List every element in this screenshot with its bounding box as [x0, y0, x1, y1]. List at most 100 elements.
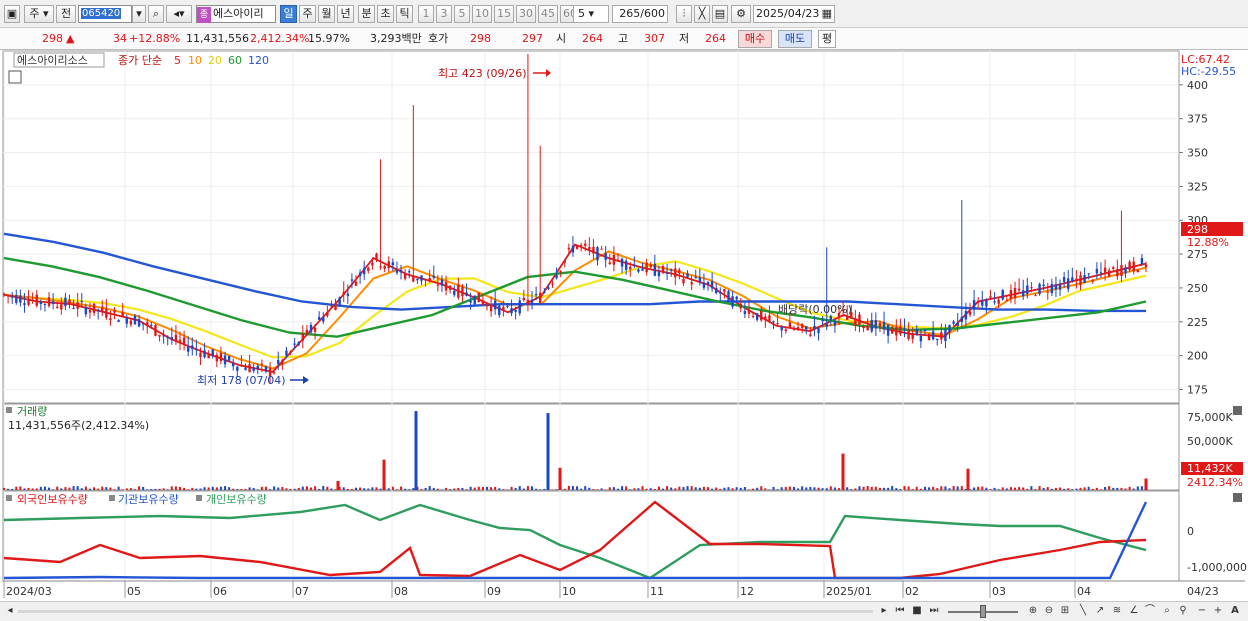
holdings-panel-close-icon[interactable]: [1233, 493, 1242, 502]
candle-body: [1071, 277, 1074, 281]
candle-body: [150, 324, 153, 326]
volume-bar: [907, 486, 910, 490]
volume-bar: [473, 487, 476, 490]
sound-icon[interactable]: ◂▾: [166, 5, 192, 23]
scroll-left-icon[interactable]: ◂: [4, 604, 16, 619]
stop-icon[interactable]: ■: [910, 604, 924, 619]
price-tick-label: 400: [1187, 79, 1208, 92]
sell-button[interactable]: 매도: [778, 30, 812, 48]
candle-body: [715, 287, 718, 293]
institution-holdings-label: 기관보유수량: [118, 493, 179, 506]
volume-bar: [887, 487, 890, 490]
volume-bar: [1112, 487, 1115, 490]
text-tool-icon[interactable]: A: [1228, 604, 1242, 619]
forward-icon[interactable]: ⏭: [927, 604, 941, 619]
table-toggle-icon[interactable]: [8, 70, 22, 84]
candle-type-icon[interactable]: ⫶: [676, 5, 692, 23]
fib-tool-icon[interactable]: ≋: [1110, 604, 1124, 619]
candle-body: [919, 335, 923, 342]
volume-bar: [256, 489, 259, 490]
ma-10-label: 10: [188, 54, 202, 67]
interval-1-button[interactable]: 1: [418, 5, 434, 23]
volume-bar: [1079, 487, 1082, 490]
trend-tool-icon[interactable]: ↗: [1093, 604, 1107, 619]
candle-body: [330, 305, 333, 307]
volume-bar: [784, 486, 787, 490]
volume-bar: [1140, 486, 1143, 490]
interval-3-button[interactable]: 3: [436, 5, 452, 23]
stock-code-value: 065420: [81, 8, 122, 19]
window-menu-icon[interactable]: ▣: [4, 5, 20, 23]
low-label: 저: [679, 32, 690, 45]
prev-button[interactable]: 전: [56, 5, 76, 23]
candle-body: [731, 296, 734, 307]
date-input[interactable]: 2025/04/23 ▦: [753, 5, 835, 23]
bar-count-input[interactable]: 265/600: [612, 5, 668, 23]
stock-chart-svg[interactable]: 에스아이리소스 종가 단순 5 10 20 60 120 LC:67.42 HC…: [0, 50, 1248, 601]
volume-bar: [1108, 486, 1111, 490]
interval-15-button[interactable]: 15: [494, 5, 514, 23]
candle-body: [862, 325, 865, 329]
search-small-icon[interactable]: ⚲: [1176, 604, 1190, 619]
price-tick-label: 375: [1187, 113, 1208, 126]
angle-tool-icon[interactable]: ∠: [1127, 604, 1141, 619]
market-select[interactable]: 주 ▾: [24, 5, 54, 23]
period-month-button[interactable]: 월: [318, 5, 335, 23]
price-tick-label: 225: [1187, 316, 1208, 329]
layout-icon[interactable]: ⊞: [1058, 604, 1072, 619]
plus-icon[interactable]: +: [1212, 604, 1224, 619]
volume-bar: [395, 489, 398, 490]
scroll-track[interactable]: [18, 610, 873, 613]
search-icon[interactable]: ⌕: [148, 5, 164, 23]
interval-30-button[interactable]: 30: [516, 5, 536, 23]
period-minute-button[interactable]: 분: [358, 5, 375, 23]
zoom-slider-thumb[interactable]: [980, 605, 986, 618]
line-tool-icon[interactable]: ╲: [1076, 604, 1090, 619]
cycle-tool-icon[interactable]: ⌒: [1143, 604, 1157, 619]
zoom-in-icon[interactable]: ⊕: [1026, 604, 1040, 619]
volume-bar: [76, 486, 79, 490]
volume-bar: [764, 488, 767, 490]
candle-body: [829, 316, 833, 320]
scroll-right-icon[interactable]: ▸: [878, 604, 890, 619]
buy-button[interactable]: 매수: [738, 30, 772, 48]
crosshair-icon[interactable]: ╳: [694, 5, 710, 23]
rewind-icon[interactable]: ⏮: [893, 604, 907, 619]
candle-body: [313, 327, 317, 332]
stock-code-input[interactable]: 065420: [78, 5, 132, 23]
save-icon[interactable]: ▤: [712, 5, 728, 23]
code-dropdown-icon[interactable]: ▾: [132, 5, 146, 23]
interval-45-button[interactable]: 45: [538, 5, 558, 23]
interval-select[interactable]: 5 ▾: [573, 5, 609, 23]
period-tick-button[interactable]: 틱: [396, 5, 413, 23]
interval-10-button[interactable]: 10: [472, 5, 492, 23]
candle-body: [101, 306, 104, 313]
period-week-button[interactable]: 주: [299, 5, 316, 23]
volume-panel-close-icon[interactable]: [1233, 406, 1242, 415]
candle-body: [432, 275, 435, 278]
minus-icon[interactable]: −: [1196, 604, 1208, 619]
settings-gear-icon[interactable]: ⚙: [731, 5, 751, 23]
candle-body: [1112, 267, 1115, 269]
volume-bar: [420, 489, 423, 490]
candle-body: [976, 300, 980, 303]
candle-body: [768, 315, 771, 323]
eval-button[interactable]: 평: [818, 30, 836, 48]
stock-name-box[interactable]: 종 에스아이리: [196, 5, 276, 23]
magnifier-icon[interactable]: ⌕: [1160, 604, 1174, 619]
zoom-out-icon[interactable]: ⊖: [1042, 604, 1056, 619]
calendar-icon[interactable]: ▦: [822, 6, 832, 22]
volume-bar: [1026, 488, 1029, 490]
candle-body: [113, 309, 116, 313]
candle-body: [1017, 288, 1021, 291]
volume-bar: [895, 488, 898, 490]
volume-bar: [743, 487, 746, 490]
candle-body: [121, 312, 124, 317]
interval-5-button[interactable]: 5: [454, 5, 470, 23]
volume-bar: [109, 487, 112, 490]
volume-bar: [174, 486, 177, 490]
candle-body: [72, 307, 75, 309]
period-second-button[interactable]: 초: [377, 5, 394, 23]
period-day-button[interactable]: 일: [280, 5, 297, 23]
period-year-button[interactable]: 년: [337, 5, 354, 23]
